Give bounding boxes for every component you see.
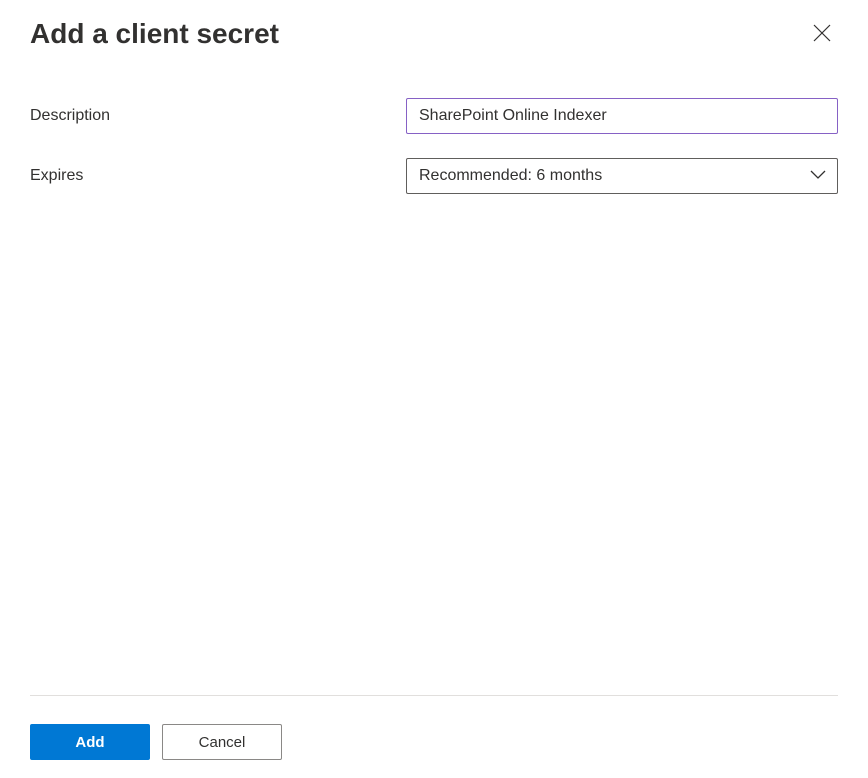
close-button[interactable] bbox=[806, 18, 838, 50]
description-label: Description bbox=[30, 107, 406, 125]
expires-label: Expires bbox=[30, 167, 406, 185]
description-input[interactable] bbox=[406, 98, 838, 134]
expires-select[interactable]: Recommended: 6 months bbox=[406, 158, 838, 194]
expires-row: Expires Recommended: 6 months bbox=[30, 158, 838, 194]
add-button[interactable]: Add bbox=[30, 724, 150, 760]
description-row: Description bbox=[30, 98, 838, 134]
dialog-title: Add a client secret bbox=[30, 18, 279, 50]
dialog-footer: Add Cancel bbox=[30, 695, 838, 778]
cancel-button[interactable]: Cancel bbox=[162, 724, 282, 760]
close-icon bbox=[813, 24, 831, 45]
dialog-header: Add a client secret bbox=[30, 18, 838, 50]
expires-selected-value: Recommended: 6 months bbox=[419, 167, 602, 185]
form-area: Description Expires Recommended: 6 month… bbox=[30, 98, 838, 695]
